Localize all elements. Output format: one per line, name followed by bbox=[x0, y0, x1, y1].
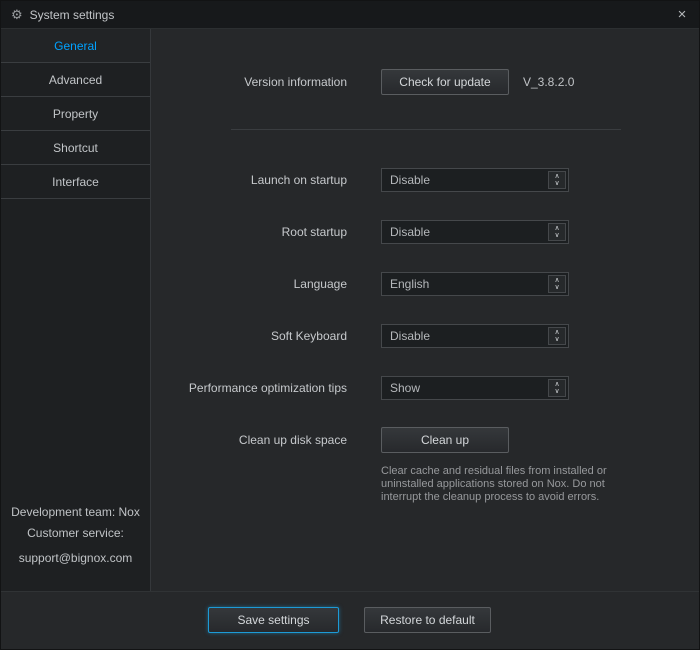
dropdown-value: Show bbox=[390, 381, 421, 395]
chevron-down-icon: ∨ bbox=[554, 180, 560, 187]
language-label: Language bbox=[293, 277, 347, 291]
dropdown-value: Disable bbox=[390, 225, 431, 239]
chevron-up-icon: ∧ bbox=[554, 381, 560, 388]
check-for-update-button[interactable]: Check for update bbox=[381, 69, 509, 95]
launch-on-startup-dropdown[interactable]: Disable ∧ ∨ bbox=[381, 168, 569, 192]
restore-to-default-button[interactable]: Restore to default bbox=[364, 607, 491, 633]
chevron-down-icon: ∨ bbox=[554, 388, 560, 395]
close-icon[interactable]: × bbox=[671, 4, 693, 26]
setting-row: Language English ∧ ∨ bbox=[151, 271, 699, 297]
cleanup-label: Clean up disk space bbox=[238, 433, 347, 447]
tab-general[interactable]: General bbox=[1, 29, 150, 63]
title-bar: ⚙ System settings × bbox=[1, 1, 699, 29]
setting-row: Root startup Disable ∧ ∨ bbox=[151, 219, 699, 245]
setting-row: Soft Keyboard Disable ∧ ∨ bbox=[151, 323, 699, 349]
general-settings-panel: Version information Check for update V_3… bbox=[151, 29, 699, 593]
cleanup-row: Clean up disk space Clean up bbox=[151, 427, 699, 453]
gear-icon: ⚙ bbox=[11, 7, 23, 22]
launch-on-startup-label: Launch on startup bbox=[250, 173, 347, 187]
tab-property[interactable]: Property bbox=[1, 97, 150, 131]
clean-up-button[interactable]: Clean up bbox=[381, 427, 509, 453]
system-settings-window: ⚙ System settings × General Advanced Pro… bbox=[0, 0, 700, 650]
chevron-up-icon: ∧ bbox=[554, 277, 560, 284]
section-divider bbox=[231, 129, 621, 130]
performance-tips-label: Performance optimization tips bbox=[188, 381, 347, 395]
customer-service-text: Customer service: bbox=[27, 526, 124, 540]
root-startup-label: Root startup bbox=[281, 225, 347, 239]
save-settings-button[interactable]: Save settings bbox=[208, 607, 339, 633]
language-dropdown[interactable]: English ∧ ∨ bbox=[381, 272, 569, 296]
chevron-up-icon: ∧ bbox=[554, 329, 560, 336]
soft-keyboard-dropdown[interactable]: Disable ∧ ∨ bbox=[381, 324, 569, 348]
version-row: Version information Check for update V_3… bbox=[151, 69, 699, 95]
chevron-up-icon: ∧ bbox=[554, 225, 560, 232]
performance-tips-dropdown[interactable]: Show ∧ ∨ bbox=[381, 376, 569, 400]
sidebar-footer: Development team: Nox Customer service: … bbox=[1, 502, 150, 569]
dropdown-value: Disable bbox=[390, 329, 431, 343]
bottom-bar: Save settings Restore to default bbox=[1, 591, 699, 649]
version-value: V_3.8.2.0 bbox=[523, 75, 575, 89]
dropdown-stepper[interactable]: ∧ ∨ bbox=[548, 379, 566, 397]
cleanup-description: Clear cache and residual files from inst… bbox=[381, 465, 607, 503]
setting-row: Performance optimization tips Show ∧ ∨ bbox=[151, 375, 699, 401]
dropdown-stepper[interactable]: ∧ ∨ bbox=[548, 275, 566, 293]
dropdown-value: Disable bbox=[390, 173, 431, 187]
window-title: System settings bbox=[29, 7, 115, 22]
dropdown-stepper[interactable]: ∧ ∨ bbox=[548, 327, 566, 345]
dev-team-text: Development team: Nox bbox=[11, 505, 140, 519]
tab-interface[interactable]: Interface bbox=[1, 165, 150, 199]
root-startup-dropdown[interactable]: Disable ∧ ∨ bbox=[381, 220, 569, 244]
chevron-down-icon: ∨ bbox=[554, 284, 560, 291]
version-label: Version information bbox=[244, 75, 347, 89]
tab-advanced[interactable]: Advanced bbox=[1, 63, 150, 97]
chevron-up-icon: ∧ bbox=[554, 173, 560, 180]
setting-row: Launch on startup Disable ∧ ∨ bbox=[151, 167, 699, 193]
soft-keyboard-label: Soft Keyboard bbox=[270, 329, 347, 343]
support-email-text: support@bignox.com bbox=[18, 551, 133, 565]
dropdown-stepper[interactable]: ∧ ∨ bbox=[548, 223, 566, 241]
dropdown-value: English bbox=[390, 277, 430, 291]
tab-shortcut[interactable]: Shortcut bbox=[1, 131, 150, 165]
sidebar: General Advanced Property Shortcut Inter… bbox=[1, 29, 151, 593]
chevron-down-icon: ∨ bbox=[554, 336, 560, 343]
chevron-down-icon: ∨ bbox=[554, 232, 560, 239]
dropdown-stepper[interactable]: ∧ ∨ bbox=[548, 171, 566, 189]
